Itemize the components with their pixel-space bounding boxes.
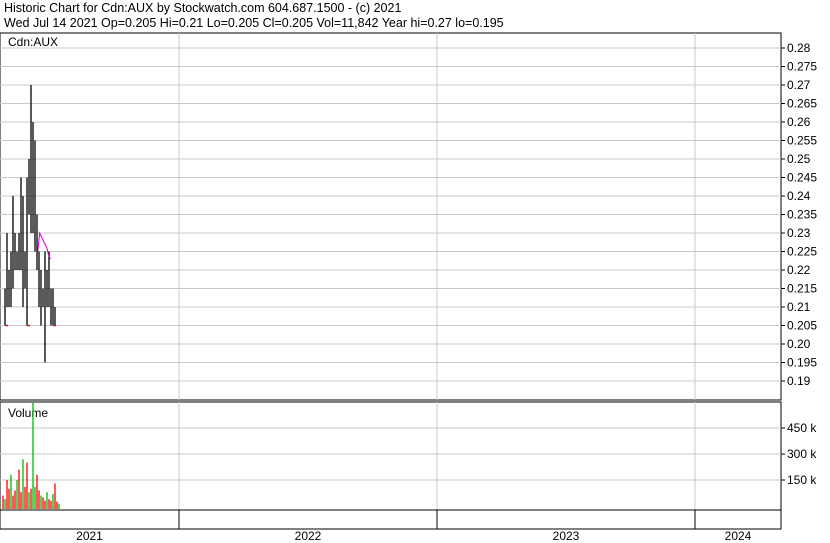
volume-tick-label: 150 k bbox=[787, 473, 817, 487]
price-tick-label: 0.205 bbox=[787, 319, 817, 333]
time-axis-frame bbox=[0, 509, 782, 530]
year-label: 2023 bbox=[553, 529, 580, 543]
price-tick-label: 0.28 bbox=[787, 41, 811, 55]
price-tick-label: 0.225 bbox=[787, 245, 817, 259]
price-tick-label: 0.21 bbox=[787, 300, 811, 314]
year-label: 2024 bbox=[725, 529, 752, 543]
price-tick-label: 0.20 bbox=[787, 337, 811, 351]
volume-tick-label: 300 k bbox=[787, 447, 817, 461]
volume-axis: 450 k 300 k 150 k bbox=[781, 421, 817, 487]
price-tick-label: 0.22 bbox=[787, 263, 811, 277]
price-tick-label: 0.19 bbox=[787, 374, 811, 388]
price-tick-label: 0.26 bbox=[787, 115, 811, 129]
volume-tick-label: 450 k bbox=[787, 421, 817, 435]
price-panel-frame bbox=[0, 32, 782, 401]
price-tick-label: 0.215 bbox=[787, 282, 817, 296]
volume-panel-frame bbox=[0, 401, 782, 511]
price-tick-label: 0.27 bbox=[787, 78, 811, 92]
year-label: 2022 bbox=[295, 529, 322, 543]
price-panel-label: Cdn:AUX bbox=[8, 35, 58, 49]
year-label: 2021 bbox=[76, 529, 103, 543]
price-tick-label: 0.275 bbox=[787, 60, 817, 74]
price-tick-label: 0.195 bbox=[787, 356, 817, 370]
volume-panel-label: Volume bbox=[8, 406, 48, 420]
price-tick-label: 0.255 bbox=[787, 134, 817, 148]
price-tick-label: 0.25 bbox=[787, 152, 811, 166]
price-tick-label: 0.265 bbox=[787, 97, 817, 111]
price-axis: 0.28 0.275 0.27 0.265 0.26 0.255 0.25 0.245 0.24… bbox=[781, 41, 817, 388]
price-tick-label: 0.23 bbox=[787, 226, 811, 240]
price-tick-label: 0.245 bbox=[787, 171, 817, 185]
stock-chart: Cdn:AUX 0.280.2750.270.2650.260.2550.250… bbox=[0, 32, 817, 543]
price-tick-label: 0.24 bbox=[787, 189, 811, 203]
price-tick-label: 0.235 bbox=[787, 208, 817, 222]
